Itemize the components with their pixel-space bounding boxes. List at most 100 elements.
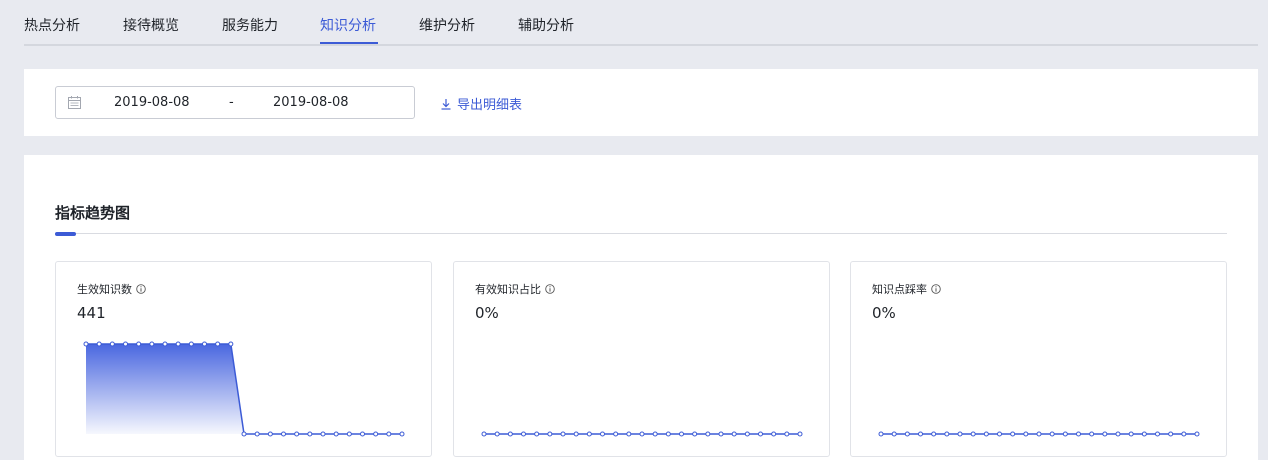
data-point[interactable] [1128,431,1134,437]
data-point[interactable] [1102,431,1108,437]
data-point[interactable] [346,431,352,437]
data-point[interactable] [1049,431,1055,437]
data-point[interactable] [1181,431,1187,437]
data-point[interactable] [373,431,379,437]
data-point[interactable] [281,431,286,437]
data-point[interactable] [705,431,711,437]
data-point[interactable] [547,431,553,437]
data-point[interactable] [360,431,365,437]
data-point[interactable] [918,431,923,437]
export-details-link[interactable]: 导出明细表 [440,94,522,113]
data-point[interactable] [175,341,181,347]
data-point[interactable] [784,431,790,437]
data-point[interactable] [679,431,684,437]
data-point[interactable] [188,341,194,347]
data-point[interactable] [333,431,339,437]
data-point[interactable] [267,431,273,437]
data-point[interactable] [904,431,910,437]
end-date-input[interactable]: 2019-08-08 [273,95,349,110]
data-point[interactable] [228,341,234,347]
data-point[interactable] [1023,431,1029,437]
date-range-separator: - [229,95,234,110]
data-point[interactable] [241,431,247,437]
data-point[interactable] [758,431,763,437]
data-point[interactable] [983,431,989,437]
data-point[interactable] [613,431,619,437]
data-point[interactable] [136,341,142,347]
data-point[interactable] [1141,431,1147,437]
sparkline-chart [878,431,1200,437]
data-point[interactable] [1194,431,1200,437]
tab-bar: 热点分析 接待概览 服务能力 知识分析 维护分析 辅助分析 [24,0,1258,46]
data-point[interactable] [573,431,579,437]
data-point[interactable] [1036,431,1042,437]
data-point[interactable] [771,431,777,437]
data-point[interactable] [586,431,592,437]
export-label: 导出明细表 [457,98,523,113]
data-point[interactable] [997,431,1002,437]
tab-knowledge-analysis[interactable]: 知识分析 [320,15,376,35]
data-point[interactable] [1155,431,1160,437]
data-point[interactable] [1115,431,1121,437]
download-icon [441,99,451,110]
data-point[interactable] [931,431,937,437]
data-point[interactable] [797,431,803,437]
data-point[interactable] [521,431,526,437]
data-point[interactable] [109,341,115,347]
data-point[interactable] [481,431,487,437]
data-point[interactable] [494,431,500,437]
calendar-icon [68,96,81,109]
tab-service-capability[interactable]: 服务能力 [222,15,278,35]
metric-card-valid-knowledge-ratio: 有效知识占比 0% [453,261,830,457]
data-point[interactable] [718,431,724,437]
data-point[interactable] [600,431,605,437]
data-point[interactable] [254,431,260,437]
data-point[interactable] [626,431,632,437]
data-point[interactable] [1168,431,1174,437]
section-divider [55,233,1227,234]
data-point[interactable] [692,431,698,437]
data-point[interactable] [731,431,737,437]
data-point[interactable] [1089,431,1095,437]
data-point[interactable] [1010,431,1016,437]
data-point[interactable] [639,431,645,437]
date-range-picker[interactable]: 2019-08-08 - 2019-08-08 [55,86,415,119]
start-date-input[interactable]: 2019-08-08 [114,95,190,110]
data-point[interactable] [386,431,392,437]
metric-card-knowledge-dislike-rate: 知识点踩率 0% [850,261,1227,457]
area-fill [86,344,402,434]
tab-maintenance-analysis[interactable]: 维护分析 [419,15,475,35]
data-point[interactable] [878,431,884,437]
metric-card-effective-knowledge-count: 生效知识数 441 [55,261,432,457]
data-point[interactable] [307,431,313,437]
data-point[interactable] [202,341,207,347]
data-point[interactable] [744,431,750,437]
data-point[interactable] [1062,431,1068,437]
trend-panel: 指标趋势图 生效知识数 441 有效知识占比 0% 知识点踩率 0% [24,155,1258,460]
data-point[interactable] [399,431,405,437]
data-point[interactable] [665,431,671,437]
data-point[interactable] [96,341,102,347]
data-point[interactable] [560,431,566,437]
sparkline-chart [481,431,803,437]
data-point[interactable] [320,431,326,437]
tab-reception-overview[interactable]: 接待概览 [123,15,179,35]
data-point[interactable] [534,431,540,437]
data-point[interactable] [83,341,89,347]
data-point[interactable] [162,341,168,347]
data-point[interactable] [215,341,221,347]
filter-panel: 2019-08-08 - 2019-08-08 导出明细表 [24,69,1258,136]
data-point[interactable] [970,431,976,437]
data-point[interactable] [944,431,950,437]
data-point[interactable] [1076,431,1081,437]
section-accent-bar [55,232,76,236]
tab-hotspot-analysis[interactable]: 热点分析 [24,15,80,35]
data-point[interactable] [507,431,513,437]
data-point[interactable] [957,431,963,437]
data-point[interactable] [652,431,658,437]
data-point[interactable] [123,341,128,347]
tab-assist-analysis[interactable]: 辅助分析 [518,15,574,35]
data-point[interactable] [294,431,300,437]
data-point[interactable] [891,431,897,437]
data-point[interactable] [149,341,155,347]
